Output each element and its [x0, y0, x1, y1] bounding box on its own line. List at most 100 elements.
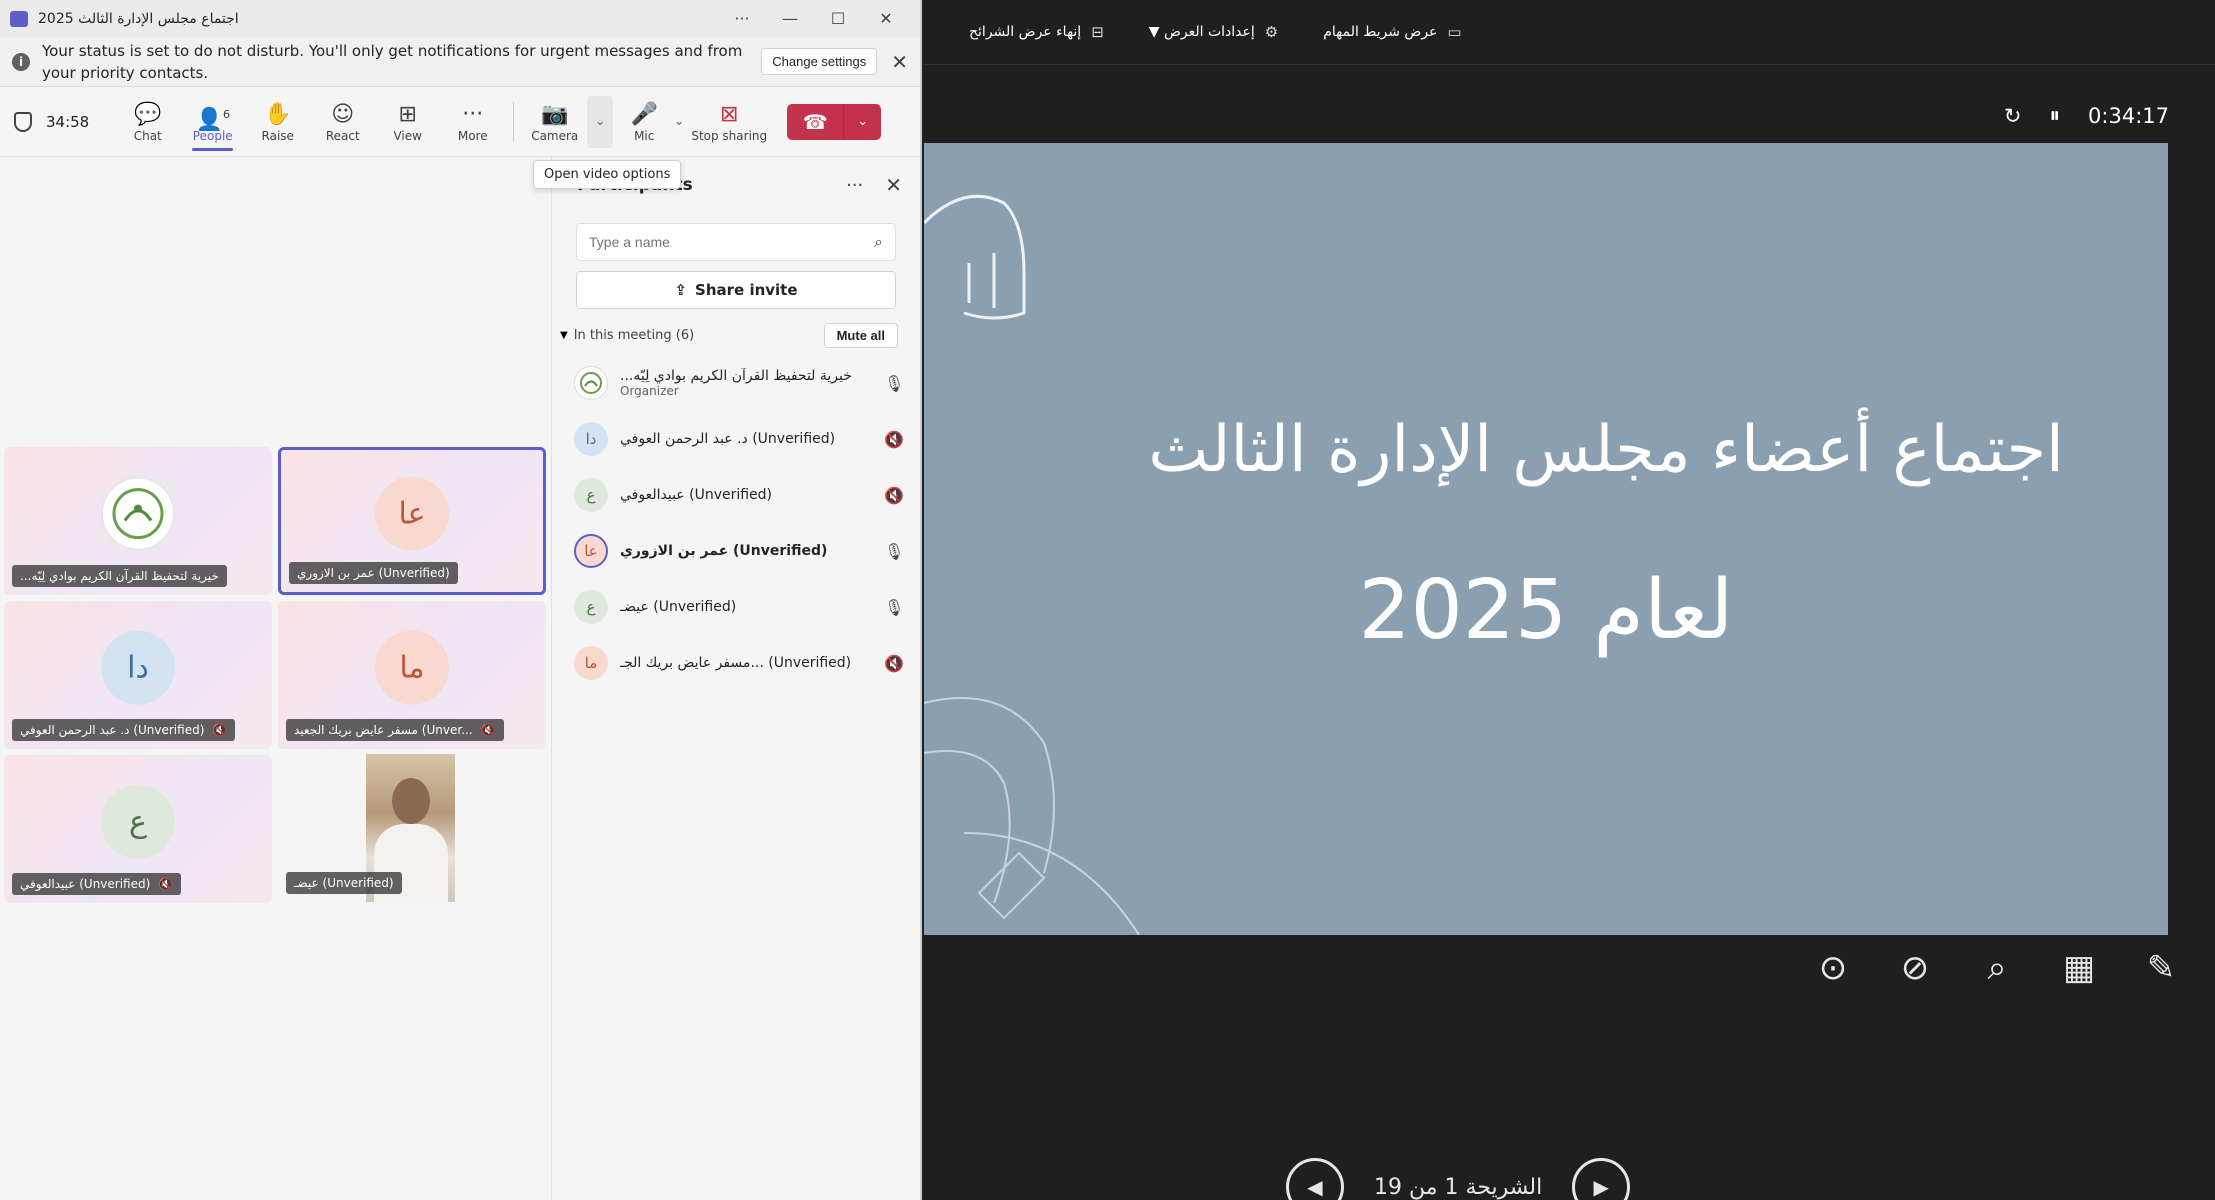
leave-options-chevron-icon[interactable]: ⌄: [843, 103, 882, 140]
participant-name: مسفر عايض بريك الجـ... (Unverified): [620, 655, 852, 671]
slide-title: اجتماع أعضاء مجلس الإدارة الثالث: [1148, 413, 2064, 487]
minimize-icon[interactable]: —: [766, 9, 814, 28]
toolbar-divider: [513, 101, 515, 142]
raise-label: Raise: [261, 128, 294, 143]
stop-sharing-label: Stop sharing: [691, 128, 768, 143]
tile-name: عبيدالعوفي (Unverified) 🔇: [12, 873, 182, 895]
display-settings-icon: ⚙: [1264, 23, 1279, 41]
participant-info: عمر بن الازوري (Unverified): [620, 543, 884, 559]
mic-button[interactable]: 🎤 Mic: [619, 101, 669, 143]
show-taskbar-label: عرض شريط المهام: [1323, 24, 1438, 40]
participant-row[interactable]: دا د. عبد الرحمن العوفي (Unverified) 🔇: [552, 411, 920, 467]
avatar: عا: [375, 476, 449, 551]
display-settings-button[interactable]: ⚙ إعدادات العرض ▼: [1149, 23, 1278, 41]
video-tile[interactable]: ما مسفر عايض بريك الجعيد (Unver... 🔇: [278, 601, 546, 749]
mic-muted-icon: 🔇: [884, 653, 904, 673]
search-input[interactable]: [589, 234, 875, 250]
people-label: People: [192, 128, 233, 143]
participant-info: عبيدالعوفي (Unverified): [620, 487, 884, 503]
audio-options-chevron-icon[interactable]: ⌄: [669, 114, 689, 129]
tile-name-text: عبيدالعوفي (Unverified): [20, 877, 151, 891]
video-tile[interactable]: ع عبيدالعوفي (Unverified) 🔇: [4, 755, 272, 903]
close-window-icon[interactable]: ✕: [862, 9, 910, 28]
panel-more-icon[interactable]: ···: [846, 175, 863, 196]
teams-window: اجتماع مجلس الإدارة الثالث 2025 ··· — ☐ …: [0, 0, 922, 1200]
window-title: اجتماع مجلس الإدارة الثالث 2025: [38, 10, 239, 27]
black-screen-icon[interactable]: ⊘: [1874, 948, 1956, 988]
microphone-icon: 🎤: [630, 101, 658, 127]
video-options-tooltip: Open video options: [533, 160, 682, 189]
more-button[interactable]: ··· More: [440, 101, 505, 143]
share-invite-label: Share invite: [695, 281, 798, 299]
stop-sharing-button[interactable]: ⊠ Stop sharing: [689, 101, 769, 143]
pen-icon[interactable]: ✎: [2120, 948, 2202, 988]
people-button[interactable]: 👤6 People: [180, 101, 245, 151]
chat-button[interactable]: 💬 Chat: [115, 101, 180, 143]
participant-row[interactable]: عا عمر بن الازوري (Unverified) 🎙: [552, 523, 920, 579]
dnd-banner: i Your status is set to do not disturb. …: [0, 37, 920, 87]
in-meeting-section: ▼ In this meeting (6) Mute all: [552, 321, 920, 349]
avatar: دا: [101, 630, 175, 705]
camera-button[interactable]: 📷 Camera: [522, 101, 587, 143]
slide-counter: الشريحة 1 من 19: [1374, 1174, 1543, 1200]
video-tile[interactable]: ...خيرية لتحفيظ القرآن الكريم بوادي لِيّ…: [4, 447, 272, 595]
raise-hand-button[interactable]: ✋ Raise: [245, 101, 310, 143]
chat-icon: 💬: [134, 101, 162, 127]
zoom-icon[interactable]: ⌕: [1956, 948, 2038, 988]
current-slide[interactable]: اجتماع أعضاء مجلس الإدارة الثالث لعام 20…: [924, 143, 2168, 935]
tile-name: د. عبد الرحمن العوفي (Unverified) 🔇: [12, 719, 236, 741]
show-taskbar-button[interactable]: ▭ عرض شريط المهام: [1323, 23, 1461, 41]
react-label: React: [325, 128, 360, 143]
muted-mic-icon: 🔇: [480, 723, 496, 737]
view-button[interactable]: ⊞ View: [375, 101, 440, 143]
more-options-icon[interactable]: ···: [718, 9, 766, 28]
avatar: دا: [574, 422, 608, 456]
camera-off-icon: 📷: [541, 101, 569, 127]
chat-label: Chat: [133, 128, 162, 143]
video-tile[interactable]: دا د. عبد الرحمن العوفي (Unverified) 🔇: [4, 601, 272, 749]
previous-slide-icon[interactable]: ◀: [1286, 1158, 1344, 1200]
share-invite-button[interactable]: ⇪ Share invite: [576, 271, 896, 309]
collapse-caret-icon[interactable]: ▼: [560, 330, 568, 341]
react-button[interactable]: ☺ React: [310, 101, 375, 143]
presenter-tools: ⊙ ⊘ ⌕ ▦ ✎: [1792, 948, 2202, 988]
participant-info: ...خيرية لتحفيظ القرآن الكريم بوادي لِيّ…: [620, 368, 884, 398]
hang-up-icon[interactable]: ☎: [787, 103, 844, 140]
avatar: ما: [574, 646, 608, 680]
end-slideshow-label: إنهاء عرض الشرائح: [969, 24, 1082, 40]
pause-timer-icon[interactable]: ⏸: [2050, 103, 2061, 128]
elapsed-time: 0:34:17: [2088, 103, 2169, 128]
participant-row[interactable]: ع عبيدالعوفي (Unverified) 🔇: [552, 467, 920, 523]
presenter-top-menu: ▭ عرض شريط المهام ⚙ إعدادات العرض ▼ ⊟ إن…: [924, 0, 2215, 65]
participant-name: عبيدالعوفي (Unverified): [620, 487, 773, 503]
search-icon: ⌕: [874, 232, 883, 251]
video-tile-active-speaker[interactable]: عا عمر بن الازوري (Unverified): [278, 447, 546, 595]
change-settings-button[interactable]: Change settings: [761, 48, 878, 75]
participant-row[interactable]: ...خيرية لتحفيظ القرآن الكريم بوادي لِيّ…: [552, 355, 920, 411]
reset-timer-icon[interactable]: ↻: [2004, 104, 2022, 128]
teams-logo-icon: [10, 10, 28, 27]
maximize-icon[interactable]: ☐: [814, 9, 862, 28]
meeting-timer: 34:58: [46, 112, 90, 131]
mute-all-button[interactable]: Mute all: [823, 322, 898, 348]
close-banner-icon[interactable]: ✕: [891, 50, 908, 74]
see-all-slides-icon[interactable]: ▦: [2038, 948, 2120, 988]
grid-icon: ⊞: [398, 101, 417, 127]
organization-logo-avatar: [574, 366, 608, 400]
tile-name: ...خيرية لتحفيظ القرآن الكريم بوادي لِيّ…: [12, 565, 227, 587]
tile-name: عمر بن الازوري (Unverified): [289, 562, 458, 584]
next-slide-icon[interactable]: ▶: [1572, 1158, 1631, 1200]
more-options-icon[interactable]: ⊙: [1792, 948, 1874, 988]
hand-icon: ✋: [264, 101, 292, 127]
video-options-chevron-icon[interactable]: ⌄: [587, 95, 614, 148]
participant-row[interactable]: ما مسفر عايض بريك الجـ... (Unverified) 🔇: [552, 635, 920, 691]
muted-mic-icon: 🔇: [158, 877, 174, 891]
organization-logo-avatar: [101, 476, 175, 551]
mic-muted-icon: 🔇: [884, 485, 904, 505]
slide-navigation: ◀ الشريحة 1 من 19 ▶: [1286, 1158, 1631, 1200]
participant-row[interactable]: ع عيضـ (Unverified) 🎙: [552, 579, 920, 635]
close-panel-icon[interactable]: ✕: [885, 173, 902, 197]
end-slideshow-button[interactable]: ⊟ إنهاء عرض الشرائح: [969, 23, 1104, 41]
leave-button-group: ☎ ⌄: [787, 103, 882, 140]
mic-label: Mic: [634, 128, 655, 143]
